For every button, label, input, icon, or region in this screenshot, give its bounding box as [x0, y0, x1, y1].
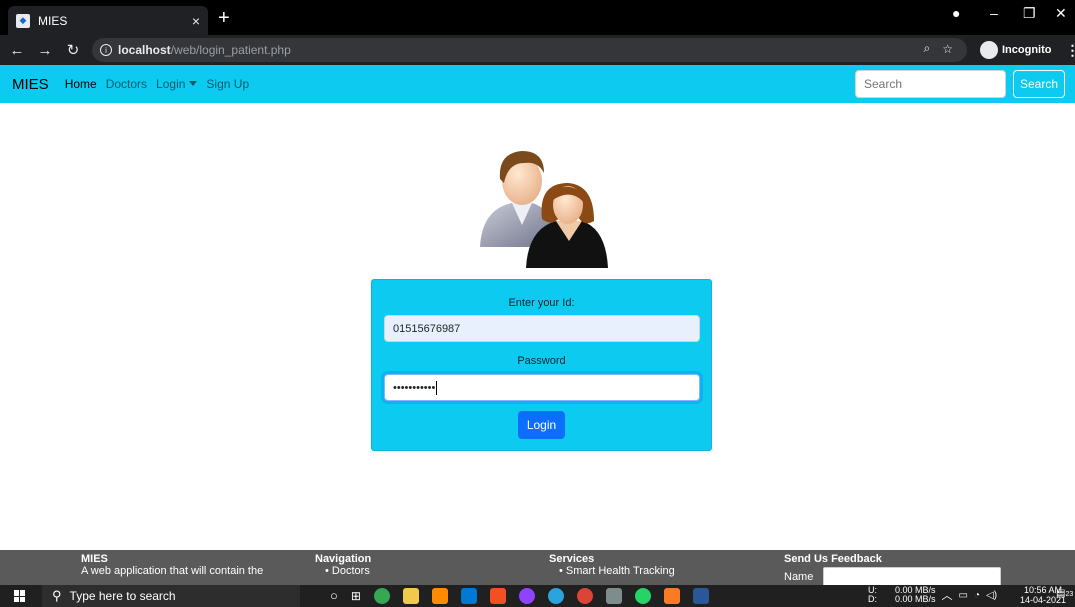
footer-services: Services • Smart Health Tracking — [549, 553, 675, 577]
password-label: Password — [517, 355, 566, 367]
chevron-down-icon — [189, 81, 198, 86]
id-input-value: 01515676987 — [393, 322, 461, 335]
taskbar-apps: ○ ⊞ — [330, 588, 709, 604]
feedback-name-input[interactable] — [823, 567, 1001, 585]
restore-icon[interactable]: ❐ — [1023, 5, 1036, 22]
net-down-label: D: — [868, 594, 877, 604]
search-button[interactable]: Search — [1013, 70, 1065, 98]
bookmark-star-icon[interactable]: ☆ — [942, 42, 953, 56]
forward-icon[interactable]: → — [34, 42, 56, 59]
footer-nav-doctors[interactable]: • Doctors — [315, 565, 371, 577]
profile-icon[interactable]: ● — [952, 5, 960, 21]
id-label: Enter your Id: — [508, 297, 575, 309]
search-input[interactable] — [855, 70, 1006, 98]
taskbar-search-box[interactable]: ⚲ Type here to search — [42, 585, 300, 607]
address-bar[interactable]: i localhost /web/login_patient.php ⌕ ☆ — [92, 38, 967, 62]
zoom-icon[interactable]: ⌕ — [924, 41, 931, 56]
login-form: Enter your Id: 01515676987 Password ••••… — [371, 279, 712, 451]
search-icon: ⚲ — [52, 588, 62, 603]
notification-icon[interactable]: ▤23 — [1056, 588, 1073, 599]
password-input-value: ••••••••••• — [393, 381, 436, 394]
net-labels: U: D: — [868, 586, 877, 604]
tab-close-icon[interactable]: × — [192, 13, 200, 29]
incognito-indicator[interactable]: Incognito ⋮ — [980, 39, 1075, 61]
window-close-icon[interactable]: ✕ — [1055, 5, 1067, 22]
footer-services-heading: Services — [549, 553, 595, 565]
store-icon[interactable] — [489, 588, 506, 604]
site-info-icon[interactable]: i — [100, 44, 112, 56]
site-footer: MIES A web application that will contain… — [0, 550, 1075, 585]
volume-icon[interactable]: ◁) — [986, 590, 997, 601]
users-avatar-icon — [480, 151, 608, 268]
net-speed: 0.00 MB/s 0.00 MB/s — [895, 586, 936, 604]
footer-brand: MIES — [81, 553, 108, 565]
incognito-icon — [980, 41, 998, 59]
sublime-text-icon[interactable] — [431, 588, 448, 604]
task-view-icon[interactable]: ⊞ — [351, 588, 361, 604]
url-host: localhost — [118, 43, 171, 57]
cortana-icon[interactable]: ○ — [330, 588, 338, 604]
footer-nav-doctors-label: Doctors — [331, 565, 370, 577]
nav-doctors[interactable]: Doctors — [106, 77, 147, 91]
menu-icon[interactable]: ⋮ — [1066, 42, 1075, 59]
nav-links: Home Doctors Login Sign Up — [65, 77, 249, 91]
browser-tab-strip: ◆ MIES × + ● – ❐ ✕ — [0, 0, 1075, 35]
nav-login-dropdown[interactable]: Login — [156, 77, 198, 91]
footer-nav-heading: Navigation — [315, 553, 372, 565]
browser-toolbar: ← → ↻ i localhost /web/login_patient.php… — [0, 35, 1075, 65]
back-icon[interactable]: ← — [6, 42, 28, 59]
nav-home[interactable]: Home — [65, 77, 97, 91]
url-path: /web/login_patient.php — [170, 43, 291, 57]
footer-brand-desc: A web application that will contain the — [81, 565, 264, 577]
chrome-icon[interactable] — [373, 588, 390, 604]
messenger-icon[interactable] — [518, 588, 535, 604]
windows-start-icon[interactable] — [14, 590, 26, 602]
new-tab-button[interactable]: + — [218, 8, 230, 28]
minimize-icon[interactable]: – — [990, 5, 998, 21]
incognito-label: Incognito — [1002, 44, 1052, 56]
whatsapp-icon[interactable] — [634, 588, 651, 604]
navbar-brand[interactable]: MIES — [12, 76, 49, 93]
notification-count: 23 — [1065, 591, 1074, 598]
site-navbar: MIES Home Doctors Login Sign Up Search — [0, 65, 1075, 103]
reload-icon[interactable]: ↻ — [62, 41, 84, 59]
id-input[interactable]: 01515676987 — [384, 315, 700, 342]
text-cursor — [436, 380, 438, 395]
net-down-speed: 0.00 MB/s — [895, 594, 936, 604]
xampp-icon[interactable] — [663, 588, 680, 604]
telegram-icon[interactable] — [547, 588, 564, 604]
footer-feedback-heading: Send Us Feedback — [784, 553, 882, 565]
vscode-icon[interactable] — [460, 588, 477, 604]
battery-icon[interactable]: ▭ — [959, 590, 968, 601]
browser-tab[interactable]: ◆ MIES × — [8, 6, 208, 35]
footer-service-item-label: Smart Health Tracking — [565, 565, 675, 577]
word-icon[interactable] — [692, 588, 709, 604]
chrome-incognito-icon[interactable] — [576, 588, 593, 604]
windows-taskbar: ⚲ Type here to search ○ ⊞ U: D: 0.00 MB/… — [0, 585, 1075, 607]
footer-navigation: Navigation • Doctors — [315, 553, 371, 577]
tab-title: MIES — [38, 13, 68, 28]
footer-about: MIES A web application that will contain… — [81, 553, 263, 577]
nav-login-label: Login — [156, 77, 186, 91]
taskbar-search-placeholder: Type here to search — [69, 589, 176, 603]
file-explorer-icon[interactable] — [402, 588, 419, 604]
wifi-icon[interactable]: ◔ — [974, 590, 980, 601]
system-tray: U: D: 0.00 MB/s 0.00 MB/s ︿ ▭ ◔ ◁) — [868, 586, 997, 604]
app-icon[interactable] — [605, 588, 622, 604]
footer-service-item: • Smart Health Tracking — [559, 565, 675, 577]
nav-signup[interactable]: Sign Up — [206, 77, 249, 91]
login-button[interactable]: Login — [518, 411, 565, 439]
password-input[interactable]: ••••••••••• — [384, 374, 700, 401]
favicon-icon: ◆ — [16, 13, 30, 28]
chevron-up-icon[interactable]: ︿ — [942, 587, 953, 603]
